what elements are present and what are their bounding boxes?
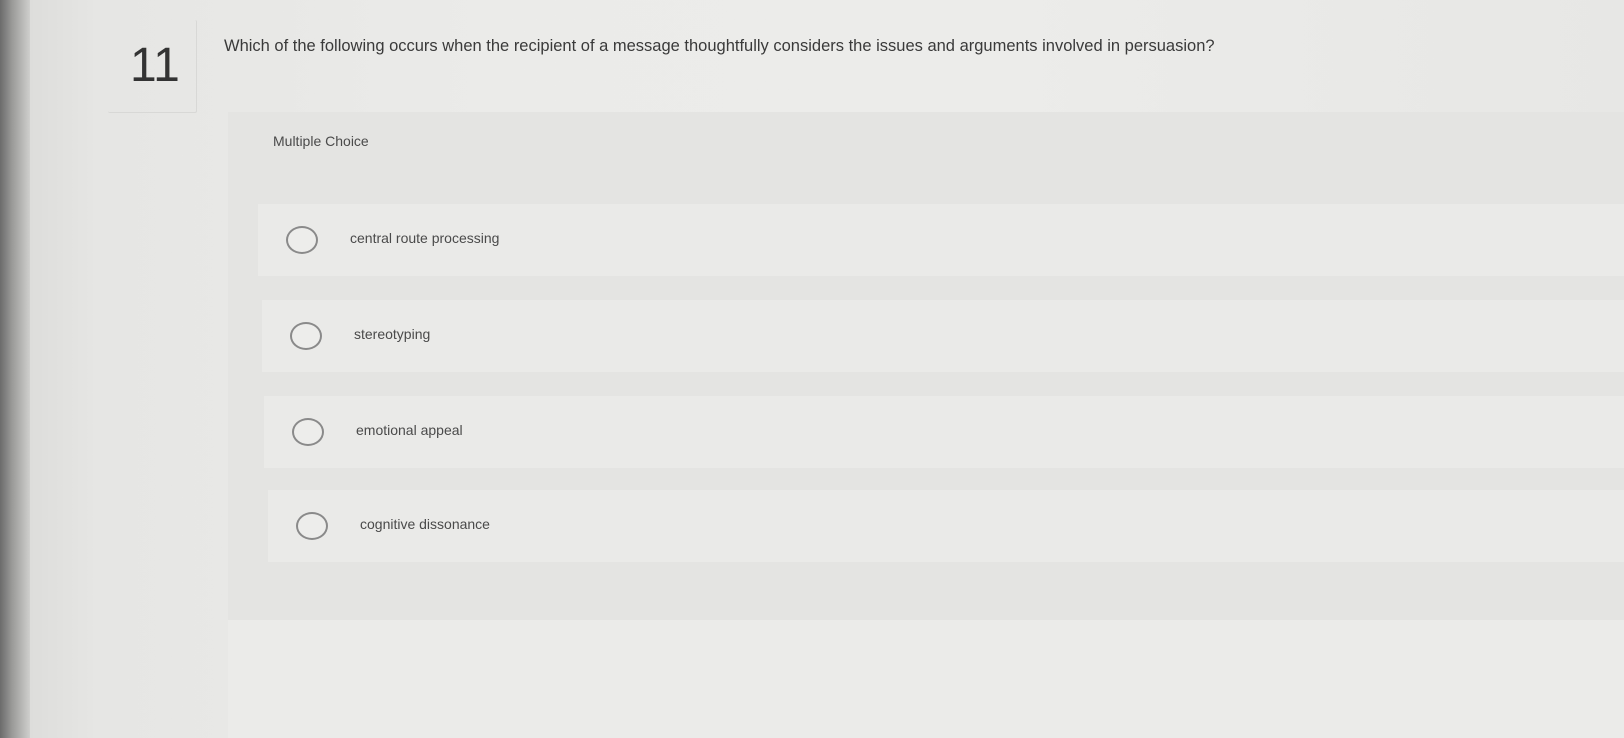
answer-option-label: cognitive dissonance: [360, 516, 490, 532]
question-number-box: 11: [108, 20, 197, 113]
answer-option-emotional-appeal[interactable]: emotional appeal: [264, 396, 1624, 468]
answer-option-central-route-processing[interactable]: central route processing: [258, 204, 1624, 276]
question-type-label: Multiple Choice: [273, 133, 369, 149]
answer-option-label: central route processing: [350, 230, 500, 246]
radio-button[interactable]: [290, 322, 322, 350]
answer-option-label: stereotyping: [354, 326, 431, 342]
question-number: 11: [130, 39, 180, 92]
radio-button[interactable]: [286, 226, 318, 254]
answer-option-cognitive-dissonance[interactable]: cognitive dissonance: [268, 490, 1624, 562]
screen-edge-shadow: [0, 0, 30, 738]
radio-button[interactable]: [296, 512, 328, 540]
answer-option-stereotyping[interactable]: stereotyping: [262, 300, 1624, 372]
radio-button[interactable]: [292, 418, 324, 446]
page-background-area: [228, 620, 1624, 738]
question-prompt: Which of the following occurs when the r…: [224, 37, 1215, 55]
answer-option-label: emotional appeal: [356, 422, 463, 438]
